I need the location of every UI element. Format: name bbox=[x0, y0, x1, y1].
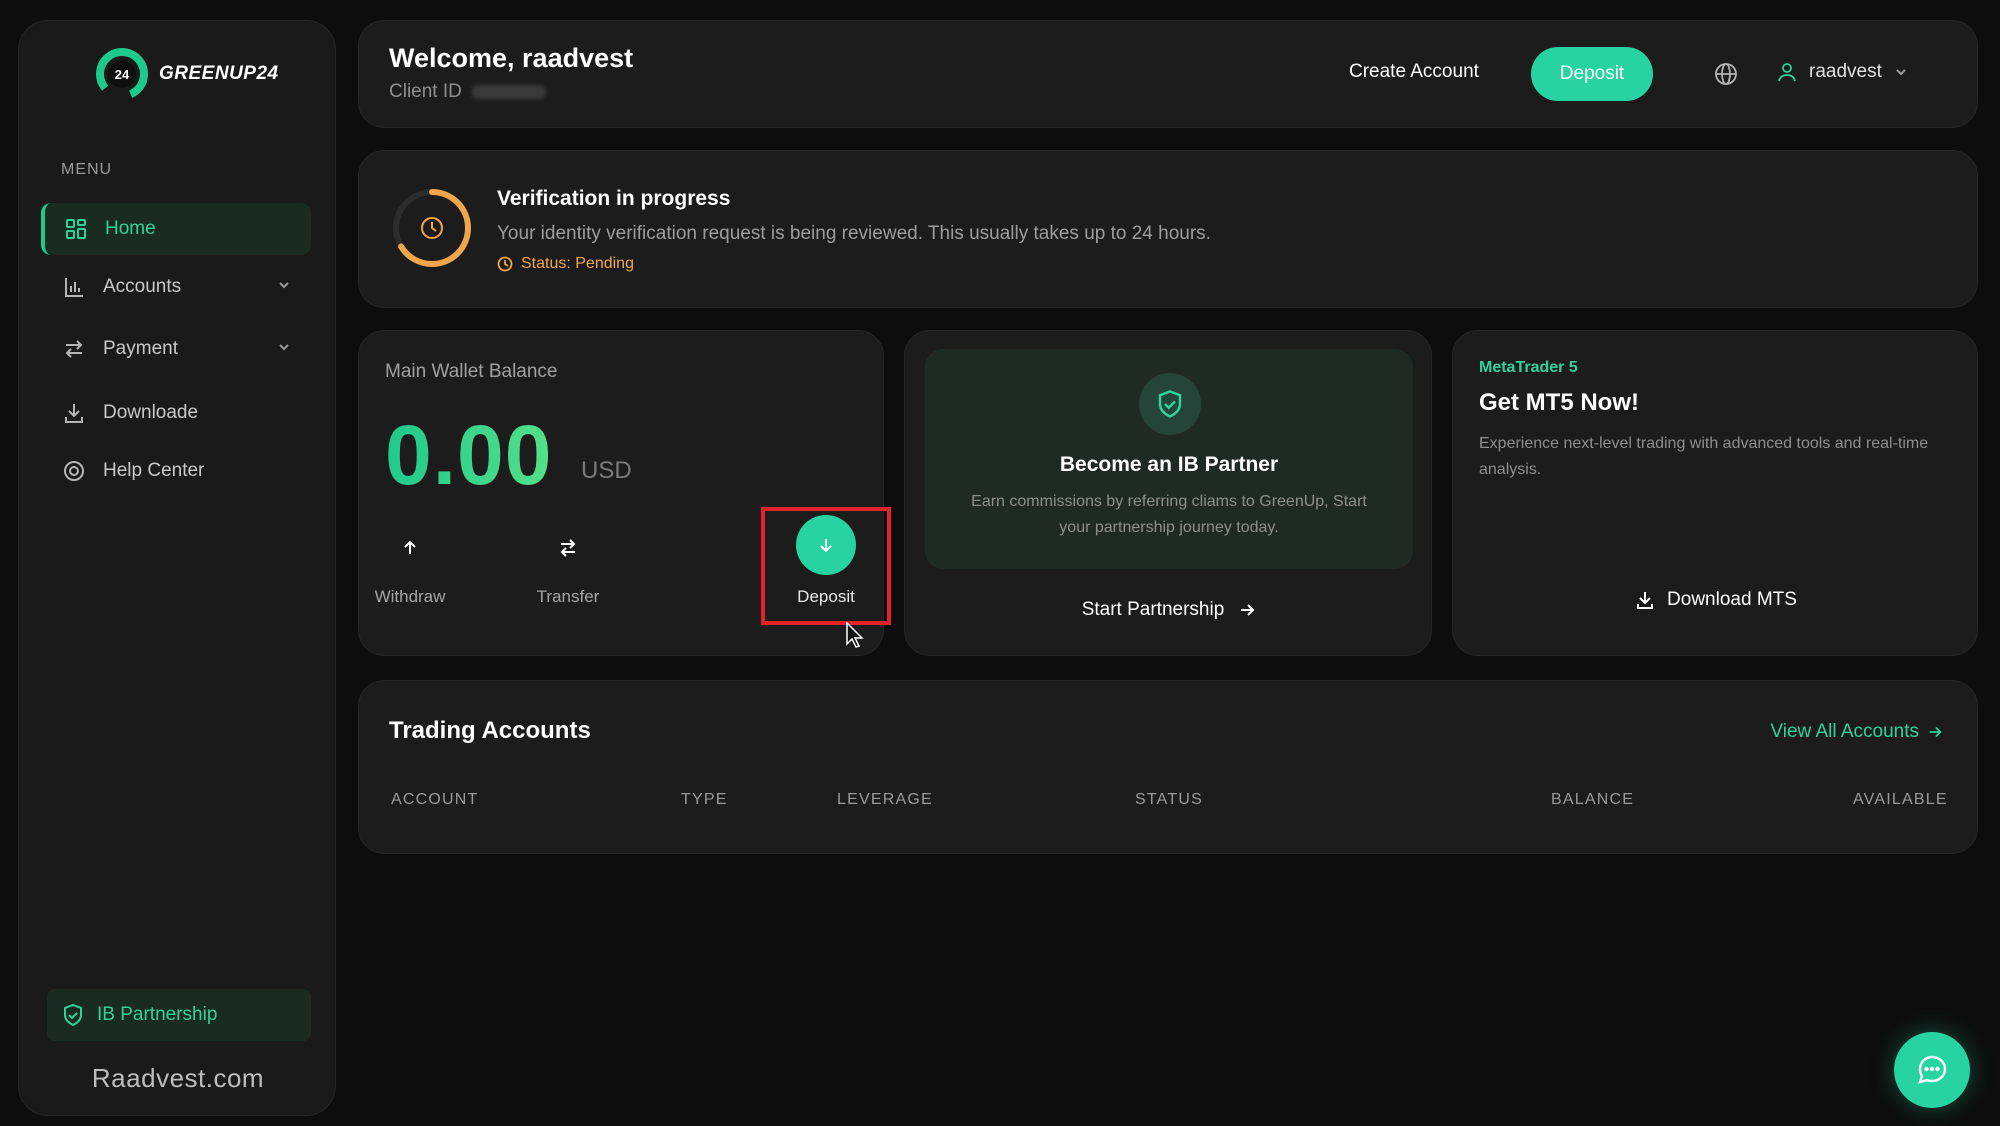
top-header: Welcome, raadvest Client ID Create Accou… bbox=[358, 20, 1978, 128]
ib-partner-title: Become an IB Partner bbox=[1059, 453, 1279, 476]
download-icon bbox=[65, 404, 83, 423]
transfer-button[interactable]: Transfer bbox=[513, 521, 623, 607]
wallet-card: Main Wallet Balance 0.00 USD Withdraw Tr… bbox=[355, 330, 891, 656]
handshake-shield-icon bbox=[64, 1003, 82, 1027]
brand-logo[interactable]: 24 GREENUP24 bbox=[93, 45, 279, 103]
ib-partner-inner: Become an IB Partner Earn commissions by… bbox=[925, 349, 1413, 569]
status-text: Status: Pending bbox=[521, 255, 634, 272]
header-deposit-button[interactable]: Deposit bbox=[1531, 47, 1653, 101]
view-all-label: View All Accounts bbox=[1770, 721, 1919, 742]
withdraw-button[interactable]: Withdraw bbox=[355, 521, 465, 607]
column-header-account: ACCOUNT bbox=[391, 791, 479, 808]
sidebar-item-label: Downloade bbox=[103, 402, 199, 423]
withdraw-label: Withdraw bbox=[374, 587, 446, 606]
sidebar-ib-partnership[interactable]: IB Partnership bbox=[47, 989, 311, 1041]
download-mt5-button[interactable]: Download MTS bbox=[1453, 589, 1979, 611]
sidebar-item-label: Help Center bbox=[103, 460, 205, 481]
user-menu[interactable]: raadvest bbox=[1777, 61, 1908, 83]
chevron-down-icon bbox=[279, 282, 289, 289]
mt5-card: MetaTrader 5 Get MT5 Now! Experience nex… bbox=[1452, 330, 1978, 656]
trading-accounts-title: Trading Accounts bbox=[389, 717, 591, 744]
ib-partnership-label: IB Partnership bbox=[97, 1004, 218, 1025]
client-id-label: Client ID bbox=[389, 81, 462, 102]
logo-icon: 24 bbox=[96, 48, 148, 100]
user-icon bbox=[1778, 63, 1796, 82]
column-header-available: AVAILABLE bbox=[1853, 791, 1948, 808]
arrow-right-icon bbox=[1929, 726, 1942, 738]
transfer-label: Transfer bbox=[536, 587, 600, 606]
wallet-currency: USD bbox=[581, 457, 632, 484]
column-header-balance: BALANCE bbox=[1551, 791, 1635, 808]
trading-accounts-card: Trading Accounts View All Accounts ACCOU… bbox=[358, 680, 1978, 854]
verification-title: Verification in progress bbox=[497, 187, 731, 210]
chat-support-button[interactable] bbox=[1894, 1032, 1970, 1108]
client-id-row: Client ID bbox=[389, 81, 546, 103]
progress-ring-icon bbox=[393, 189, 471, 267]
menu-label: MENU bbox=[61, 161, 113, 178]
transfer-icon-wrap bbox=[541, 521, 595, 575]
start-partnership-label: Start Partnership bbox=[1081, 599, 1225, 620]
view-all-accounts-link[interactable]: View All Accounts bbox=[1770, 721, 1943, 743]
mt5-title: Get MT5 Now! bbox=[1479, 389, 1639, 416]
bar-chart-icon bbox=[65, 278, 83, 297]
mt5-description: Experience next-level trading with advan… bbox=[1479, 435, 1929, 478]
client-id-redacted bbox=[471, 85, 546, 99]
column-header-status: STATUS bbox=[1135, 791, 1203, 808]
verification-description: Your identity verification request is be… bbox=[497, 223, 1211, 244]
ib-partner-card: Become an IB Partner Earn commissions by… bbox=[904, 330, 1432, 656]
ib-partner-description: Earn commissions by referring cliams to … bbox=[971, 493, 1367, 536]
sidebar-item-payment[interactable]: Payment bbox=[41, 323, 311, 375]
sidebar-item-label: Payment bbox=[103, 338, 178, 359]
clock-icon bbox=[497, 256, 513, 272]
sidebar-item-home[interactable]: Home bbox=[41, 203, 311, 255]
arrow-up-icon bbox=[404, 540, 416, 554]
mouse-cursor-icon bbox=[846, 622, 864, 648]
sidebar-item-label: Accounts bbox=[103, 276, 182, 297]
brand-name: GREENUP24 bbox=[159, 63, 279, 84]
sidebar-item-downloade[interactable]: Downloade bbox=[41, 387, 311, 439]
start-partnership-button[interactable]: Start Partnership bbox=[905, 599, 1433, 621]
column-header-leverage: LEVERAGE bbox=[837, 791, 933, 808]
sidebar-item-label: Home bbox=[105, 218, 156, 239]
swap-icon bbox=[560, 539, 576, 557]
chevron-down-icon bbox=[279, 344, 289, 351]
globe-icon[interactable] bbox=[1714, 62, 1738, 86]
withdraw-icon-wrap bbox=[383, 521, 437, 575]
chat-icon bbox=[1918, 1055, 1947, 1084]
arrow-right-icon bbox=[1241, 604, 1255, 616]
download-icon bbox=[1637, 592, 1654, 609]
column-header-type: TYPE bbox=[681, 791, 728, 808]
sidebar-item-help-center[interactable]: Help Center bbox=[41, 445, 311, 497]
verification-status: Status: Pending bbox=[497, 255, 634, 273]
sidebar-item-accounts[interactable]: Accounts bbox=[41, 261, 311, 313]
ib-icon-wrap bbox=[1139, 373, 1201, 435]
username: raadvest bbox=[1809, 61, 1882, 82]
handshake-shield-icon bbox=[1158, 390, 1182, 418]
wallet-amount: 0.00 bbox=[385, 408, 553, 502]
mt5-tag: MetaTrader 5 bbox=[1479, 359, 1578, 376]
welcome-title: Welcome, raadvest bbox=[389, 43, 634, 73]
swap-icon bbox=[65, 340, 83, 358]
download-mt5-label: Download MTS bbox=[1667, 589, 1797, 610]
watermark-text: Raadvest.com bbox=[91, 1063, 265, 1093]
chevron-down-icon bbox=[1896, 69, 1906, 76]
sidebar: 24 GREENUP24 MENU Home Accounts Payment … bbox=[18, 20, 336, 1116]
create-account-link[interactable]: Create Account bbox=[1349, 61, 1479, 83]
logo-badge: 24 bbox=[115, 67, 130, 82]
highlight-box bbox=[761, 507, 891, 625]
grid-icon bbox=[66, 219, 86, 239]
wallet-label: Main Wallet Balance bbox=[385, 361, 558, 382]
help-icon bbox=[64, 461, 84, 481]
verification-banner: Verification in progress Your identity v… bbox=[358, 150, 1978, 308]
